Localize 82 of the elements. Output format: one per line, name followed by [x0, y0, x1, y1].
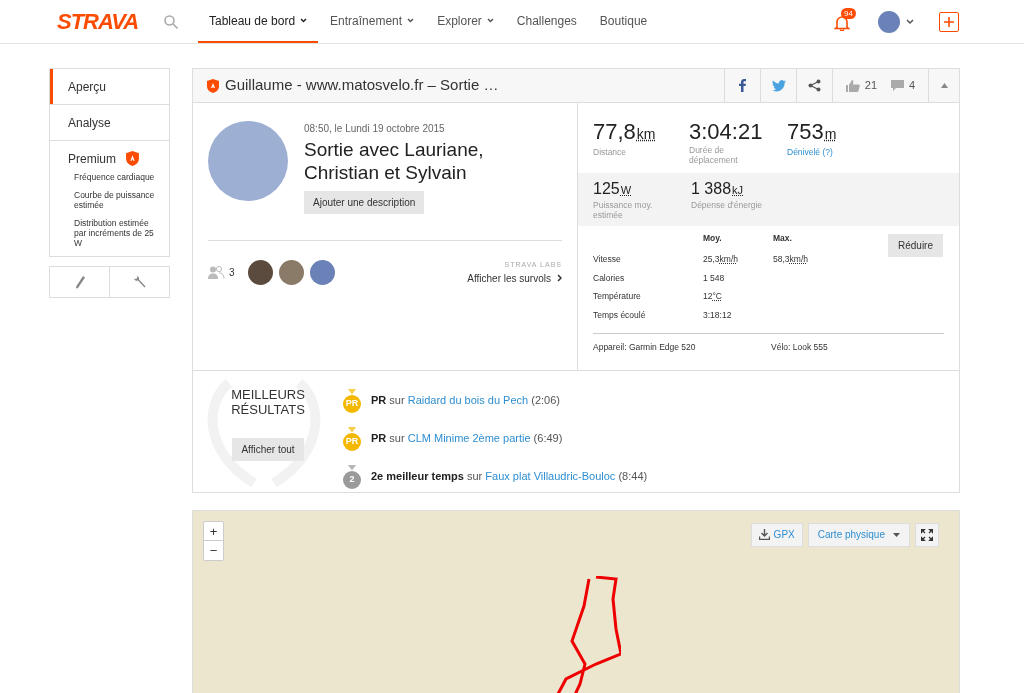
comment-icon	[891, 79, 905, 92]
stat-value: 77,8	[593, 119, 636, 145]
stat-unit: km	[636, 125, 656, 144]
show-all-button[interactable]: Afficher tout	[232, 437, 304, 461]
athlete-avatar[interactable]	[309, 260, 335, 286]
comments-button[interactable]: 4	[891, 77, 916, 94]
table-cell: 25,3km/h	[703, 253, 738, 264]
search-icon[interactable]	[164, 14, 179, 29]
nav-tab[interactable]: Tableau de bord	[198, 0, 319, 43]
sidebar-subitem[interactable]: Courbe de puissance estimée	[74, 190, 163, 210]
nav-tab[interactable]: Challenges	[505, 0, 588, 43]
add-button[interactable]	[939, 11, 959, 32]
table-cell: 12°C	[703, 291, 722, 302]
athletes-count: 3	[229, 266, 235, 281]
thumbs-up-icon	[845, 79, 860, 92]
table-cell: Temps écoulé	[593, 306, 703, 325]
athletes-icon	[208, 266, 225, 280]
activity-date: 08:50, le Lundi 19 octobre 2015	[304, 122, 446, 136]
device-info: Appareil: Garmin Edge 520	[593, 340, 697, 354]
chevron-right-icon	[557, 274, 562, 282]
column-header: Max.	[773, 232, 793, 245]
stat-unit: W	[620, 183, 632, 198]
table-cell: Calories	[593, 268, 703, 288]
column-header: Moy.	[703, 232, 773, 250]
notification-count: 94	[841, 7, 856, 19]
table-cell: Vitesse	[593, 249, 703, 269]
stat-label: Puissance moy. estimée	[593, 200, 654, 220]
collapse-button[interactable]: Réduire	[887, 234, 943, 257]
stat-value: 3:04:21	[689, 119, 763, 145]
segment-link[interactable]: Faux plat Villaudric-Bouloc	[485, 470, 616, 483]
zoom-in-button[interactable]: +	[204, 521, 223, 541]
activity-title: Guillaume - www.matosvelo.fr – Sortie …	[225, 75, 499, 96]
profile-avatar[interactable]	[878, 10, 900, 33]
zoom-out-button[interactable]: −	[204, 540, 223, 560]
achievement-text: PR sur Raidard du bois du Pech (2:06)	[371, 393, 560, 409]
expand-icon	[921, 528, 933, 541]
achievement-text: PR sur CLM Minime 2ème partie (6:49)	[371, 431, 563, 447]
stat-unit: kJ	[732, 183, 744, 198]
pencil-icon	[73, 275, 86, 289]
caret-down-icon	[893, 532, 900, 537]
fullscreen-button[interactable]	[915, 522, 939, 547]
sidebar-subitem[interactable]: Fréquence cardiaque	[74, 172, 163, 182]
bird-icon	[771, 79, 786, 92]
nav-tab[interactable]: Entraînement	[319, 0, 426, 43]
table-cell: 1 548	[703, 272, 725, 283]
stat-label: Durée de déplacement	[689, 145, 739, 165]
athlete-avatar[interactable]	[247, 260, 273, 286]
plus-icon	[944, 16, 954, 27]
share-icon	[808, 79, 821, 92]
flyby-link[interactable]: Afficher les survols	[467, 270, 562, 286]
sidebar-item[interactable]: Analyse	[50, 105, 169, 140]
caret-up-icon	[940, 83, 948, 88]
bell-icon	[834, 14, 850, 31]
table-cell: 58,3km/h	[773, 253, 808, 264]
achievement-text: 2e meilleur temps sur Faux plat Villaudric-Bouloc (8:44)	[371, 469, 648, 485]
table-cell: 3:18:12	[703, 310, 732, 320]
segment-link[interactable]: CLM Minime 2ème partie	[407, 432, 531, 445]
kudos-button[interactable]: 21	[845, 77, 878, 94]
bike-info: Vélo: Look 555	[771, 340, 828, 354]
best-results-title: MEILLEURS RÉSULTATS	[230, 386, 306, 417]
stat-value: 125	[593, 179, 620, 199]
nav-tab[interactable]: Explorer	[426, 0, 505, 43]
stat-value: 753	[787, 119, 824, 145]
segment-link[interactable]: Raidard du bois du Pech	[407, 394, 529, 407]
facebook-icon	[739, 79, 746, 92]
stat-unit: m	[824, 125, 837, 144]
stat-label: Distance	[593, 147, 628, 157]
wrench-icon	[132, 275, 147, 289]
stat-link[interactable]: Dénivelé (?)	[787, 147, 867, 157]
add-description-button[interactable]: Ajouter une description	[304, 191, 425, 214]
shield-icon	[207, 78, 219, 93]
stat-value: 1 388	[691, 179, 732, 199]
download-icon	[758, 529, 770, 540]
sidebar-subitem[interactable]: Distribution estimée par incréments de 25 W	[74, 218, 163, 248]
athlete-avatar[interactable]	[278, 260, 304, 286]
map[interactable]: + − GPX Carte physique	[192, 509, 960, 693]
chevron-down-icon[interactable]	[906, 18, 914, 25]
sidebar-item[interactable]: Aperçu	[50, 69, 169, 104]
activity-name: Sortie avec Lauriane, Christian et Sylvain	[304, 138, 485, 184]
stat-label: Dépense d'énergie	[691, 200, 764, 210]
nav-tab[interactable]: Boutique	[588, 0, 659, 43]
table-cell: Température	[593, 287, 703, 306]
